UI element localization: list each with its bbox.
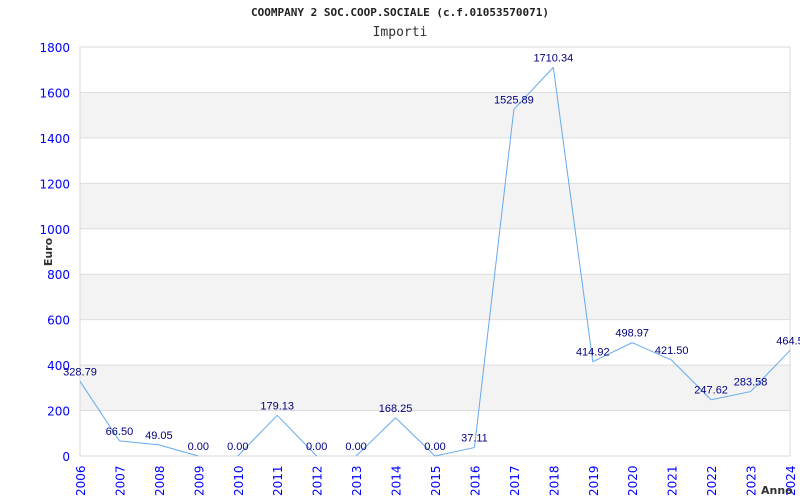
x-tick-label: 2010: [232, 465, 246, 496]
data-label: 414.92: [576, 347, 610, 359]
x-tick-label: 2007: [113, 465, 127, 496]
data-label: 1710.34: [533, 52, 573, 64]
x-tick-label: 2013: [350, 465, 364, 496]
data-label: 168.25: [379, 403, 413, 415]
y-tick-label: 1400: [39, 132, 70, 146]
x-tick-label: 2021: [666, 465, 680, 496]
x-tick-label: 2008: [153, 465, 167, 496]
x-tick-label: 2006: [74, 465, 88, 496]
data-label: 498.97: [615, 328, 649, 340]
data-label: 0.00: [188, 441, 209, 453]
data-label: 1525.89: [494, 94, 534, 106]
y-tick-label: 1600: [39, 86, 70, 100]
data-label: 49.05: [145, 430, 173, 442]
data-label: 179.13: [260, 400, 294, 412]
line-chart: 020040060080010001200140016001800328.796…: [39, 41, 800, 497]
x-tick-label: 2016: [468, 465, 482, 496]
grid-band: [80, 183, 790, 229]
x-tick-label: 2019: [587, 465, 601, 496]
data-label: 464.5: [776, 335, 800, 347]
grid-band: [80, 274, 790, 320]
x-tick-label: 2022: [705, 465, 719, 496]
y-tick-label: 0: [62, 450, 70, 464]
data-label: 328.79: [63, 366, 97, 378]
data-label: 247.62: [694, 385, 728, 397]
grid-band: [80, 92, 790, 138]
y-tick-label: 1200: [39, 177, 70, 191]
data-label: 421.50: [655, 345, 689, 357]
y-tick-label: 800: [47, 268, 70, 282]
data-label: 0.00: [345, 441, 366, 453]
x-tick-label: 2011: [271, 465, 285, 496]
y-axis-label: Euro: [42, 237, 55, 266]
data-label: 0.00: [306, 441, 327, 453]
y-tick-label: 1800: [39, 41, 70, 55]
x-axis-label: Anno: [761, 484, 793, 497]
x-tick-label: 2020: [626, 465, 640, 496]
x-tick-label: 2012: [311, 465, 325, 496]
x-tick-label: 2018: [547, 465, 561, 496]
y-tick-label: 600: [47, 314, 70, 328]
data-label: 66.50: [106, 426, 134, 438]
x-tick-label: 2015: [429, 465, 443, 496]
y-tick-label: 200: [47, 405, 70, 419]
data-label: 37.11: [461, 433, 488, 445]
data-label: 283.58: [734, 377, 768, 389]
x-tick-label: 2009: [192, 465, 206, 496]
y-tick-label: 1000: [39, 223, 70, 237]
data-label: 0.00: [424, 441, 445, 453]
x-tick-label: 2014: [390, 465, 404, 496]
x-tick-label: 2017: [508, 465, 522, 496]
data-label: 0.00: [227, 441, 248, 453]
x-tick-label: 2023: [745, 465, 759, 496]
